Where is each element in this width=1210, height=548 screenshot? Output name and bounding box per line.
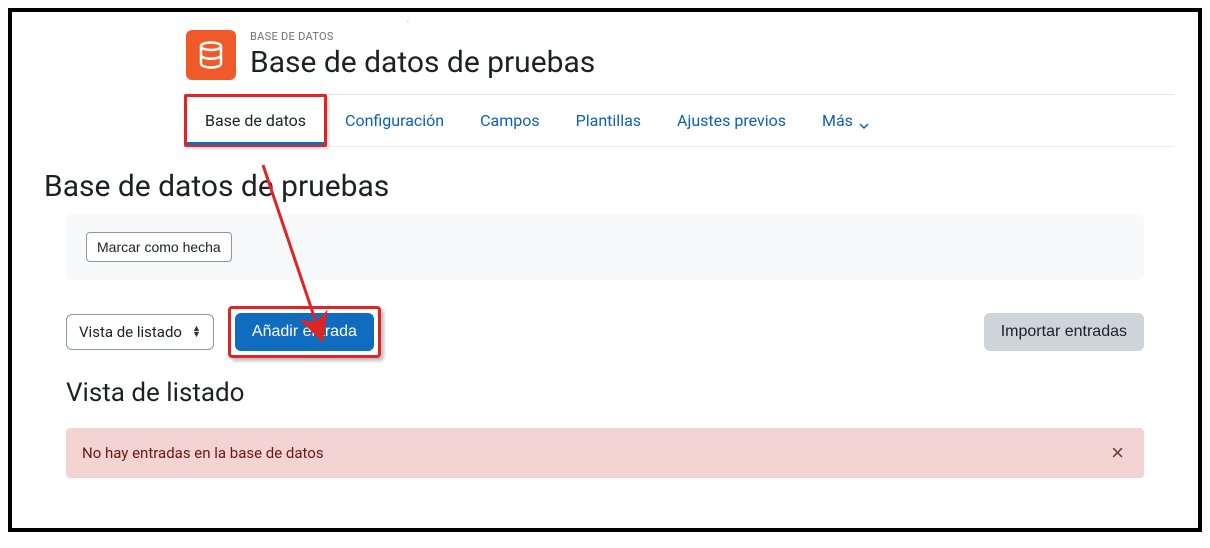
- page-header: BASE DE DATOS Base de datos de pruebas: [186, 30, 1174, 80]
- view-select-label: Vista de listado: [79, 323, 182, 341]
- tab-configuration[interactable]: Configuración: [327, 97, 462, 144]
- breadcrumb-hint: ·: [406, 14, 410, 30]
- import-entries-label: Importar entradas: [1001, 323, 1127, 340]
- empty-alert-text: No hay entradas en la base de datos: [82, 444, 324, 462]
- page-title: Base de datos de pruebas: [250, 45, 595, 80]
- add-entry-button[interactable]: Añadir entrada: [235, 313, 374, 351]
- chevron-down-icon: [859, 116, 869, 126]
- add-entry-annotation-box: Añadir entrada: [228, 306, 381, 358]
- add-entry-label: Añadir entrada: [252, 323, 357, 340]
- tab-configuration-label: Configuración: [345, 111, 444, 130]
- tab-database[interactable]: Base de datos: [184, 94, 327, 147]
- section-title: Base de datos de pruebas: [44, 169, 1174, 204]
- sort-icon: ▲▼: [192, 326, 201, 338]
- empty-alert: No hay entradas en la base de datos ×: [66, 428, 1144, 478]
- mark-done-label: Marcar como hecha: [97, 239, 221, 255]
- import-entries-button[interactable]: Importar entradas: [984, 313, 1144, 351]
- tab-fields[interactable]: Campos: [462, 97, 558, 144]
- completion-panel: Marcar como hecha: [66, 214, 1144, 280]
- view-select[interactable]: Vista de listado ▲▼: [66, 314, 214, 350]
- close-alert-button[interactable]: ×: [1107, 442, 1128, 464]
- mark-done-button[interactable]: Marcar como hecha: [86, 232, 232, 262]
- tab-more[interactable]: Más: [804, 97, 887, 144]
- tab-fields-label: Campos: [480, 111, 540, 130]
- tab-more-label: Más: [822, 111, 853, 130]
- tab-templates[interactable]: Plantillas: [558, 97, 659, 144]
- tab-templates-label: Plantillas: [576, 111, 641, 130]
- database-icon: [186, 30, 236, 80]
- tab-database-label: Base de datos: [205, 111, 306, 130]
- tabs-nav: Base de datos Configuración Campos Plant…: [186, 95, 1174, 147]
- page-eyebrow: BASE DE DATOS: [250, 30, 595, 43]
- list-view-heading: Vista de listado: [66, 378, 1174, 408]
- controls-row: Vista de listado ▲▼ Añadir entrada Impor…: [66, 306, 1144, 358]
- close-icon: ×: [1111, 440, 1124, 465]
- tab-presets-label: Ajustes previos: [677, 111, 786, 130]
- tab-presets[interactable]: Ajustes previos: [659, 97, 804, 144]
